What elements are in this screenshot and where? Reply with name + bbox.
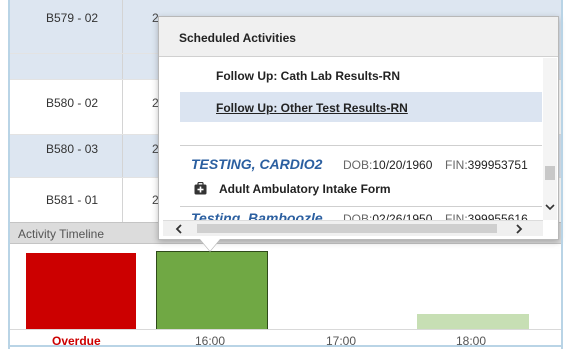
divider	[180, 206, 542, 207]
patient-fin: FIN:399955616	[445, 212, 528, 220]
room-cell: B579 - 02	[10, 0, 122, 54]
scheduled-activities-popup: Scheduled Activities Follow Up: Cath Lab…	[158, 16, 559, 240]
patient-dob: DOB:02/26/1950	[343, 212, 433, 220]
divider	[180, 145, 542, 146]
room-cell: B580 - 02	[46, 96, 99, 110]
patient-row-bamboozle[interactable]: Testing, Bamboozle DOB:02/26/1950 FIN:39…	[180, 210, 542, 220]
room-cell	[10, 54, 122, 80]
future-activity-block[interactable]	[417, 314, 529, 329]
popup-title: Scheduled Activities	[179, 31, 296, 45]
frame-border	[8, 345, 563, 347]
popup-header: Scheduled Activities	[159, 17, 558, 57]
vertical-scrollbar[interactable]	[543, 58, 557, 220]
patient-row-cardio2[interactable]: TESTING, CARDIO2 DOB:10/20/1960 FIN:3999…	[180, 156, 542, 176]
activity-item-other-test[interactable]: Follow Up: Other Test Results-RN	[180, 92, 542, 122]
vertical-scroll-thumb[interactable]	[545, 166, 555, 180]
patient-dob: DOB:10/20/1960	[343, 158, 433, 172]
horizontal-scroll-thumb[interactable]	[197, 224, 497, 233]
frame-border	[8, 0, 10, 349]
briefcase-icon	[194, 182, 207, 195]
patient-fin: FIN:399953751	[445, 158, 528, 172]
chevron-left-icon[interactable]	[173, 222, 185, 236]
overdue-activity-block[interactable]	[26, 253, 136, 329]
app-frame: B579 - 02 2 B580 - 02 2 B580 - 03 2 B581	[0, 0, 570, 349]
frame-border	[561, 0, 563, 349]
patient-name[interactable]: Testing, Bamboozle	[191, 210, 323, 220]
popup-pointer	[200, 239, 220, 251]
patient-name[interactable]: TESTING, CARDIO2	[191, 156, 322, 172]
room-cell: B580 - 03	[10, 135, 122, 178]
chevron-down-icon[interactable]	[543, 200, 557, 214]
timeline-axis	[10, 329, 561, 330]
form-item-intake[interactable]: Adult Ambulatory Intake Form	[180, 180, 542, 202]
activity-label: Follow Up: Other Test Results-RN	[216, 101, 408, 115]
activity-timeline: Overdue 16:00 17:00 18:00	[10, 244, 561, 348]
horizontal-scrollbar[interactable]	[163, 220, 543, 236]
form-label: Adult Ambulatory Intake Form	[219, 182, 391, 196]
popup-content: Follow Up: Cath Lab Results-RN Follow Up…	[163, 58, 543, 220]
chevron-right-icon[interactable]	[513, 222, 525, 236]
room-cell: B581 - 01	[46, 193, 99, 207]
activity-timeline-title: Activity Timeline	[18, 227, 105, 241]
current-activity-block[interactable]	[156, 251, 268, 330]
activity-item-cath-lab[interactable]: Follow Up: Cath Lab Results-RN	[180, 60, 542, 90]
activity-label: Follow Up: Cath Lab Results-RN	[216, 69, 400, 83]
